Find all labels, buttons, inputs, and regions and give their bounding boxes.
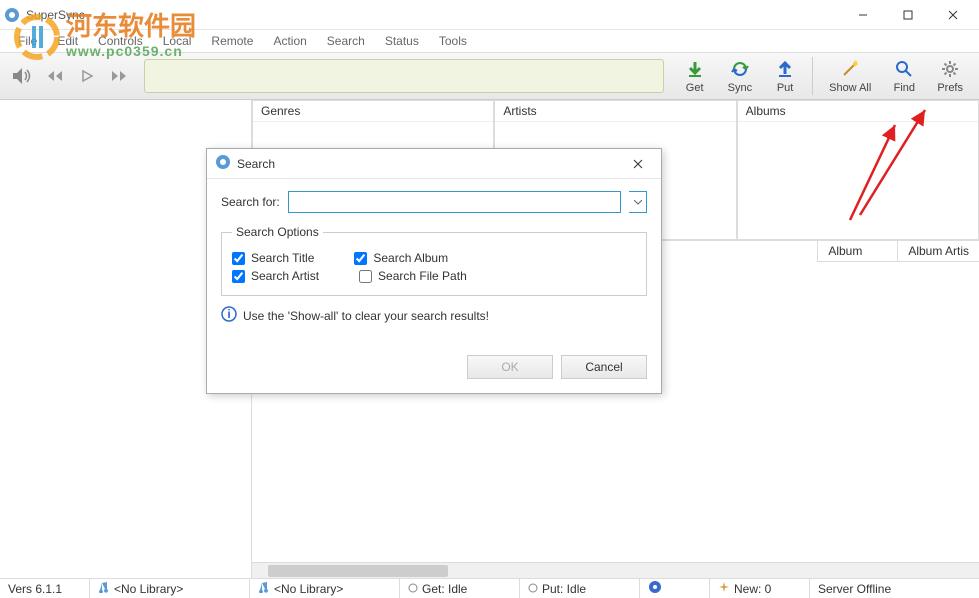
play-button[interactable] (74, 63, 100, 89)
genres-header: Genres (253, 101, 493, 122)
status-put: Put: Idle (520, 579, 640, 598)
menu-local[interactable]: Local (153, 32, 202, 50)
sparkle-icon (718, 581, 730, 596)
artists-header: Artists (495, 101, 735, 122)
download-arrow-icon (684, 58, 706, 80)
status-remote-library[interactable]: <No Library> (250, 579, 400, 598)
itunes-icon (648, 580, 662, 597)
dialog-title: Search (237, 157, 623, 171)
col-album[interactable]: Album (817, 241, 897, 261)
music-note-icon (258, 581, 270, 596)
status-new: New: 0 (710, 579, 810, 598)
dialog-titlebar: Search (207, 149, 661, 179)
get-button[interactable]: Get (676, 58, 714, 94)
wand-icon (839, 58, 861, 80)
status-itunes (640, 579, 710, 598)
menu-tools[interactable]: Tools (429, 32, 477, 50)
rewind-button[interactable] (42, 63, 68, 89)
dialog-icon (215, 154, 231, 173)
upload-arrow-icon (774, 58, 796, 80)
menu-edit[interactable]: Edit (47, 32, 88, 50)
search-artist-checkbox[interactable]: Search Artist (232, 269, 319, 283)
svg-text:i: i (227, 307, 230, 321)
gear-icon (939, 58, 961, 80)
circle-icon (408, 582, 418, 596)
albums-header: Albums (738, 101, 978, 122)
prefs-button[interactable]: Prefs (929, 58, 971, 94)
col-album-artist[interactable]: Album Artis (897, 241, 979, 261)
put-button[interactable]: Put (766, 58, 804, 94)
maximize-button[interactable] (885, 1, 930, 29)
music-note-icon (98, 581, 110, 596)
minimize-button[interactable] (840, 1, 885, 29)
search-dialog: Search Search for: Search Options Search… (206, 148, 662, 394)
horizontal-scrollbar[interactable] (252, 562, 979, 578)
menu-search[interactable]: Search (317, 32, 375, 50)
window-title: SuperSync (26, 8, 840, 22)
sync-button[interactable]: Sync (720, 58, 760, 94)
search-options-group: Search Options Search Title Search Album… (221, 225, 647, 296)
toolbar: Get Sync Put Show All Find Prefs (0, 52, 979, 100)
info-icon: i (221, 306, 237, 325)
menu-action[interactable]: Action (263, 32, 316, 50)
menubar: File Edit Controls Local Remote Action S… (0, 30, 979, 52)
window-titlebar: SuperSync (0, 0, 979, 30)
dialog-close-button[interactable] (623, 151, 653, 177)
forward-button[interactable] (106, 63, 132, 89)
statusbar: Vers 6.1.1 <No Library> <No Library> Get… (0, 578, 979, 598)
sync-icon (729, 58, 751, 80)
status-local-library[interactable]: <No Library> (90, 579, 250, 598)
find-button[interactable]: Find (885, 58, 923, 94)
circle-icon (528, 582, 538, 596)
cancel-button[interactable]: Cancel (561, 355, 647, 379)
app-icon (4, 7, 20, 23)
search-for-label: Search for: (221, 195, 280, 209)
search-filepath-checkbox[interactable]: Search File Path (359, 269, 467, 283)
status-version: Vers 6.1.1 (0, 579, 90, 598)
info-message: i Use the 'Show-all' to clear your searc… (221, 306, 647, 325)
speaker-icon[interactable] (8, 62, 36, 90)
search-dropdown-button[interactable] (629, 191, 647, 213)
magnifier-icon (893, 58, 915, 80)
menu-file[interactable]: File (8, 32, 47, 50)
menu-remote[interactable]: Remote (201, 32, 263, 50)
albums-panel: Albums (737, 100, 979, 240)
close-button[interactable] (930, 1, 975, 29)
search-title-checkbox[interactable]: Search Title (232, 251, 314, 265)
toolbar-separator (812, 57, 813, 95)
menu-controls[interactable]: Controls (88, 32, 153, 50)
search-album-checkbox[interactable]: Search Album (354, 251, 448, 265)
show-all-button[interactable]: Show All (821, 58, 879, 94)
progress-display (144, 59, 664, 93)
menu-status[interactable]: Status (375, 32, 429, 50)
ok-button[interactable]: OK (467, 355, 553, 379)
status-server: Server Offline (810, 579, 979, 598)
search-options-legend: Search Options (232, 225, 323, 239)
status-get: Get: Idle (400, 579, 520, 598)
search-input[interactable] (288, 191, 621, 213)
